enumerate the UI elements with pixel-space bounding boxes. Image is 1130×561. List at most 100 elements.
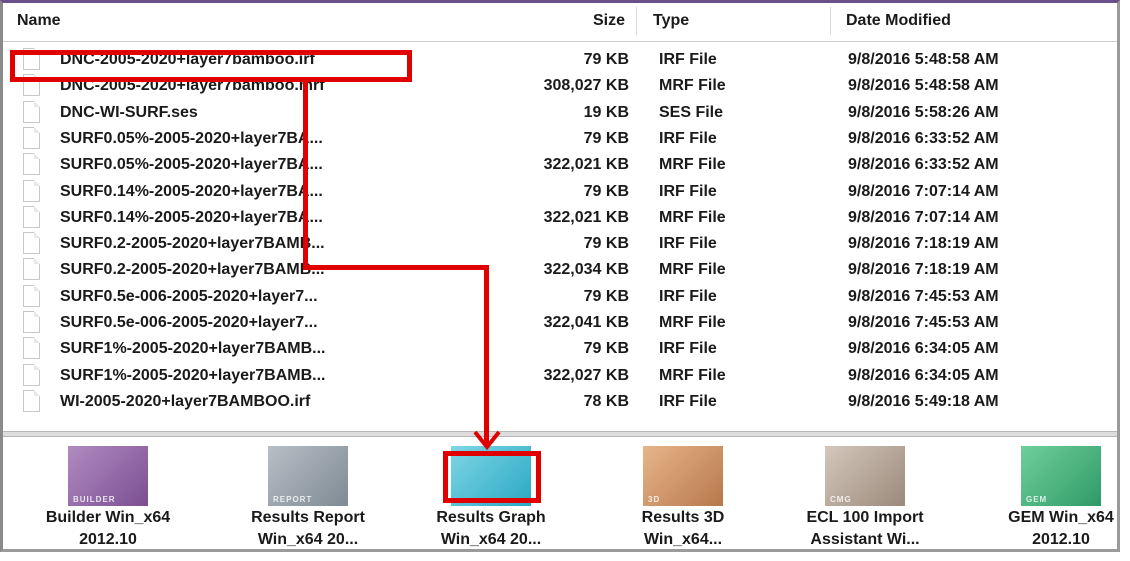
file-size: 79 KB [583,51,629,68]
results-report-icon[interactable]: REPORT [268,446,348,506]
gem-icon[interactable]: GEM [1021,446,1101,506]
file-size: 322,021 KB [543,208,629,226]
app-tile-tag: 3D [648,495,661,504]
app-launcher-item[interactable]: BUILDER Builder Win_x64 2012.10 [8,439,208,550]
file-name: SURF1%-2005-2020+layer7BAMB... [60,366,326,384]
file-size: 308,027 KB [543,77,629,95]
file-name: SURF1%-2005-2020+layer7BAMB... [60,340,326,358]
file-type: IRF File [659,129,717,147]
file-browser-window: Name Size Type Date Modified DNC-2005-20… [0,0,1120,552]
file-row[interactable]: SURF0.5e-006-2005-2020+layer7... 322,041 … [3,310,1117,336]
file-type: MRF File [659,77,726,95]
column-separator[interactable] [636,7,637,35]
document-icon [23,284,40,307]
document-icon [23,126,40,149]
file-row[interactable]: DNC-WI-SURF.ses 19 KB SES File 9/8/2016 5:5… [3,100,1117,126]
app-tile-tag: CMG [830,495,852,504]
app-launcher-item[interactable]: GEM GEM Win_x64 2012.10 [961,439,1130,550]
file-date: 9/8/2016 6:34:05 AM [848,366,999,384]
file-type: MRF File [659,156,726,174]
file-date: 9/8/2016 7:18:19 AM [848,235,999,253]
column-type[interactable]: Type [653,3,689,41]
app-label-line2: 2012.10 [1032,531,1090,548]
file-type: IRF File [659,287,717,305]
app-label-line2: Win_x64 20... [440,531,542,548]
file-date: 9/8/2016 6:34:05 AM [848,340,999,358]
column-size[interactable]: Size [593,3,625,41]
app-label-line2: 2012.10 [79,531,137,548]
file-size: 19 KB [583,103,629,121]
app-label-line1: GEM Win_x64 [1008,509,1114,526]
file-size: 79 KB [583,287,629,305]
file-date: 9/8/2016 7:45:53 AM [848,314,999,331]
file-name: DNC-WI-SURF.ses [60,103,198,121]
file-date: 9/8/2016 5:49:18 AM [848,392,999,410]
document-icon [23,258,40,281]
document-icon [23,363,40,386]
file-type: IRF File [659,51,717,68]
annotation-arrowhead-icon [473,430,501,450]
file-row[interactable]: SURF0.05%-2005-2020+layer7BA... 79 KB IRF … [3,126,1117,152]
file-date: 9/8/2016 7:07:14 AM [848,182,999,200]
column-name[interactable]: Name [17,3,61,41]
file-type: IRF File [659,235,717,253]
column-date-modified[interactable]: Date Modified [846,3,951,41]
file-type: IRF File [659,182,717,200]
app-label-line2: Win_x64 20... [257,531,359,548]
app-label-line1: Results 3D [641,509,725,526]
document-icon [23,389,40,412]
file-date: 9/8/2016 5:48:58 AM [848,77,999,95]
document-icon [23,153,40,176]
file-row[interactable]: SURF1%-2005-2020+layer7BAMB... 322,027 KB… [3,363,1117,389]
file-row[interactable]: WI-2005-2020+layer7BAMBOO.irf 78 KB IRF Fi… [3,389,1117,415]
file-date: 9/8/2016 7:07:14 AM [848,208,999,226]
annotation-arrow-segment [484,265,489,445]
file-row[interactable]: SURF0.14%-2005-2020+layer7BA... 322,021 K… [3,205,1117,231]
file-row[interactable]: SURF0.05%-2005-2020+layer7BA... 322,021 K… [3,152,1117,178]
pane-divider[interactable] [3,431,1117,437]
document-icon [23,337,40,360]
app-label-line1: ECL 100 Import [806,509,924,526]
file-row[interactable]: SURF0.14%-2005-2020+layer7BA... 79 KB IRF … [3,179,1117,205]
column-separator[interactable] [830,7,831,35]
file-type: SES File [659,103,724,121]
file-size: 322,041 KB [543,314,629,331]
file-size: 322,027 KB [543,366,629,384]
file-size: 322,034 KB [543,261,629,279]
file-type: MRF File [659,261,726,279]
file-size: 79 KB [583,340,629,358]
file-date: 9/8/2016 7:18:19 AM [848,261,999,279]
file-size: 322,021 KB [543,156,629,174]
app-tile-tag: BUILDER [73,495,116,504]
file-row[interactable]: SURF0.2-2005-2020+layer7BAMB... 79 KB IRF … [3,231,1117,257]
app-launcher-item[interactable]: CMG ECL 100 Import Assistant Wi... [765,439,965,550]
results-3d-icon[interactable]: 3D [643,446,723,506]
file-name: SURF0.05%-2005-2020+layer7BA... [60,129,323,147]
file-row[interactable]: SURF1%-2005-2020+layer7BAMB... 79 KB IRF F… [3,336,1117,362]
file-name: SURF0.14%-2005-2020+layer7BA... [60,208,323,226]
annotation-arrow-segment [303,265,489,270]
app-launcher-item[interactable]: 3D Results 3D Win_x64... [583,439,783,550]
file-size: 79 KB [583,182,629,200]
file-type: IRF File [659,340,717,358]
file-date: 9/8/2016 5:58:26 AM [848,103,999,121]
file-row[interactable]: SURF0.2-2005-2020+layer7BAMB... 322,034 K… [3,257,1117,283]
file-size: 78 KB [583,392,629,410]
file-type: MRF File [659,208,726,226]
builder-icon[interactable]: BUILDER [68,446,148,506]
application-launcher: BUILDER Builder Win_x64 2012.10 REPORT Resul… [3,439,1117,552]
file-name: SURF0.5e-006-2005-2020+layer7... [60,314,318,331]
file-name: SURF0.05%-2005-2020+layer7BA... [60,156,323,174]
highlight-box-file [10,50,412,82]
file-row[interactable]: SURF0.5e-006-2005-2020+layer7... 79 KB IRF… [3,284,1117,310]
app-launcher-item[interactable]: REPORT Results Report Win_x64 20... [208,439,408,550]
file-date: 9/8/2016 7:45:53 AM [848,287,999,305]
file-date: 9/8/2016 5:48:58 AM [848,51,999,68]
column-header: Name Size Type Date Modified [3,3,1117,42]
app-label-line2: Assistant Wi... [810,531,920,548]
highlight-box-results-graph [443,451,541,503]
file-name: WI-2005-2020+layer7BAMBOO.irf [60,392,311,410]
ecl-import-icon[interactable]: CMG [825,446,905,506]
file-size: 79 KB [583,235,629,253]
document-icon [23,232,40,255]
